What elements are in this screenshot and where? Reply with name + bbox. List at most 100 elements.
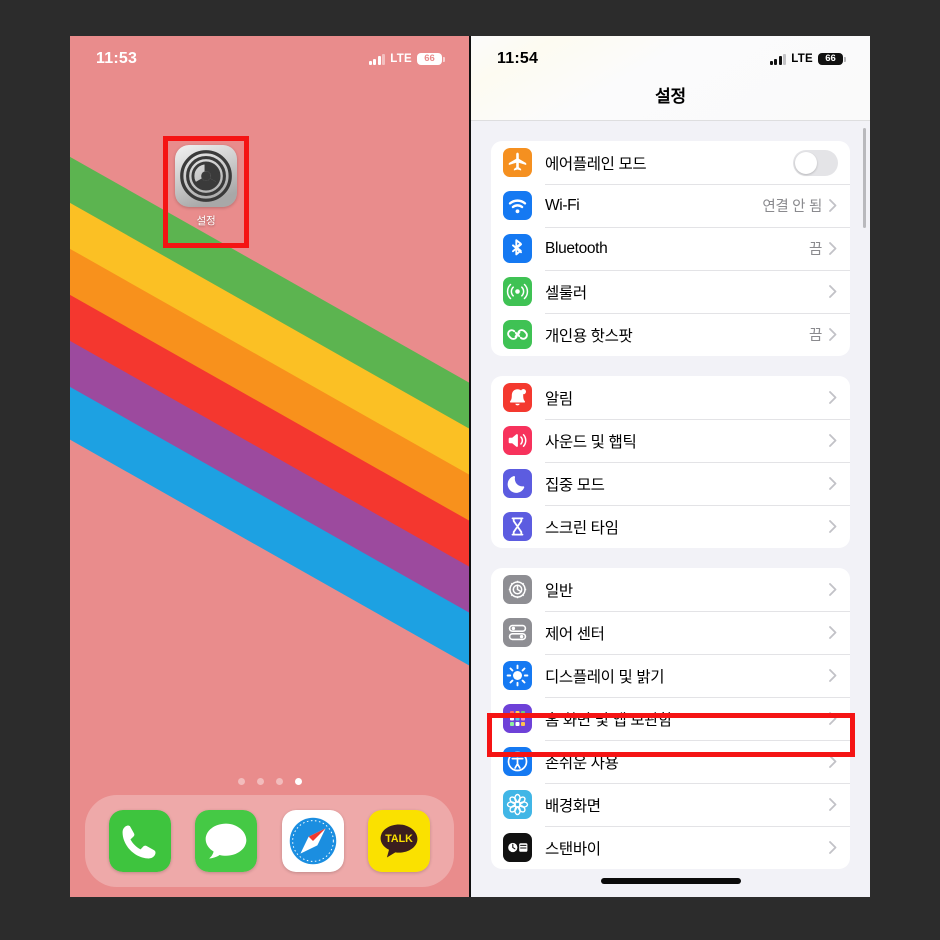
page-dot[interactable] — [237, 778, 245, 785]
iphone-home-screen: 11:53 LTE 66 설정 TALK — [70, 36, 469, 897]
settings-row[interactable]: 개인용 핫스팟 끔 — [491, 313, 850, 356]
status-time: 11:53 — [96, 50, 138, 67]
chevron-right-icon — [829, 285, 837, 298]
network-type-label: LTE — [390, 53, 412, 65]
settings-row-label: 일반 — [545, 582, 573, 600]
settings-row[interactable]: 손쉬운 사용 — [491, 740, 850, 783]
toggle-knob — [795, 151, 817, 174]
page-dot[interactable] — [275, 778, 283, 785]
settings-row[interactable]: 배경화면 — [491, 783, 850, 826]
wallpaper-icon — [503, 790, 532, 819]
control-center-icon — [503, 618, 532, 647]
settings-row-label: 개인용 핫스팟 — [545, 327, 633, 345]
status-time: 11:54 — [497, 50, 539, 67]
settings-group-connectivity: 에어플레인 모드 Wi-Fi 연결 안 됨 Bluetooth 끔 셀룰러 개인용 핫스팟 끔 — [491, 141, 850, 356]
chevron-right-icon — [829, 798, 837, 811]
settings-row-label: 배경화면 — [545, 797, 601, 815]
battery-tip-icon — [443, 56, 445, 62]
battery-level-badge: 66 — [417, 52, 442, 66]
home-page-dots[interactable] — [70, 778, 469, 785]
settings-row-value: 끔 — [808, 328, 822, 344]
settings-row-label: 스탠바이 — [545, 840, 601, 858]
home-dock: TALK — [85, 795, 454, 887]
home-screen-icon — [503, 704, 532, 733]
safari-app-icon[interactable] — [281, 810, 344, 872]
settings-row[interactable]: 사운드 및 햅틱 — [491, 419, 850, 462]
phone-screenshots-pair: 11:53 LTE 66 설정 TALK 11:54 LTE 66 설정 에어플… — [70, 36, 870, 897]
page-title: 설정 — [655, 87, 686, 106]
bell-icon — [503, 383, 532, 412]
settings-row-label: 사운드 및 햅틱 — [545, 433, 637, 451]
screenshot-canvas: 11:53 LTE 66 설정 TALK 11:54 LTE 66 설정 에어플… — [0, 0, 940, 940]
chevron-right-icon — [829, 520, 837, 533]
kakaotalk-app-icon[interactable]: TALK — [367, 810, 430, 872]
cellular-icon — [503, 277, 532, 306]
settings-row-label: 알림 — [545, 390, 573, 408]
settings-row-label: 제어 센터 — [545, 625, 605, 643]
battery-tip-icon — [844, 56, 846, 62]
settings-row[interactable]: 홈 화면 및 앱 보관함 — [491, 697, 850, 740]
settings-row-value: 연결 안 됨 — [762, 199, 822, 215]
settings-row[interactable]: Wi-Fi 연결 안 됨 — [491, 184, 850, 227]
settings-row-label: 손쉬운 사용 — [545, 754, 619, 772]
airplane-icon — [503, 148, 532, 177]
settings-row-label: 디스플레이 및 밝기 — [545, 668, 665, 686]
network-type-label: LTE — [791, 53, 813, 65]
chevron-right-icon — [829, 477, 837, 490]
bluetooth-icon — [503, 234, 532, 263]
settings-row-label: 에어플레인 모드 — [545, 155, 647, 173]
wallpaper-rainbow-stripes — [70, 36, 469, 897]
settings-row[interactable]: 집중 모드 — [491, 462, 850, 505]
chevron-right-icon — [829, 391, 837, 404]
chevron-right-icon — [829, 583, 837, 596]
signal-strength-icon — [368, 53, 386, 65]
settings-row[interactable]: Bluetooth 끔 — [491, 227, 850, 270]
chevron-right-icon — [829, 328, 837, 341]
home-status-bar: 11:53 LTE 66 — [70, 36, 469, 82]
settings-row[interactable]: 디스플레이 및 밝기 — [491, 654, 850, 697]
settings-row[interactable]: 제어 센터 — [491, 611, 850, 654]
hotspot-icon — [503, 320, 532, 349]
chevron-right-icon — [829, 477, 837, 490]
status-indicators: LTE 66 — [769, 52, 846, 66]
page-dot[interactable] — [294, 778, 302, 785]
settings-group-system: 일반제어 센터디스플레이 및 밝기홈 화면 및 앱 보관함손쉬운 사용배경화면스… — [491, 568, 850, 869]
page-dot[interactable] — [256, 778, 264, 785]
chevron-right-icon — [829, 798, 837, 811]
status-indicators: LTE 66 — [368, 52, 445, 66]
home-indicator — [600, 878, 741, 884]
wifi-icon — [503, 191, 532, 220]
settings-row-label: 집중 모드 — [545, 476, 605, 494]
settings-list[interactable]: 에어플레인 모드 Wi-Fi 연결 안 됨 Bluetooth 끔 셀룰러 개인용 핫스팟 끔… — [471, 121, 870, 897]
chevron-right-icon — [829, 434, 837, 447]
phone-app-icon[interactable] — [109, 810, 172, 872]
moon-icon — [503, 469, 532, 498]
settings-row-label: Bluetooth — [545, 239, 608, 257]
settings-row[interactable]: 알림 — [491, 376, 850, 419]
settings-row[interactable]: 스탠바이 — [491, 826, 850, 869]
standby-icon — [503, 833, 532, 862]
settings-row-label: 셀룰러 — [545, 284, 587, 302]
settings-row[interactable]: 셀룰러 — [491, 270, 850, 313]
settings-row[interactable]: 에어플레인 모드 — [491, 141, 850, 184]
speaker-icon — [503, 426, 532, 455]
chevron-right-icon — [829, 199, 837, 212]
settings-row[interactable]: 일반 — [491, 568, 850, 611]
chevron-right-icon — [829, 755, 837, 768]
scrollbar[interactable] — [863, 128, 866, 228]
chevron-right-icon — [829, 626, 837, 639]
chevron-right-icon — [829, 391, 837, 404]
chevron-right-icon — [829, 712, 837, 725]
svg-text:TALK: TALK — [385, 833, 413, 845]
battery-level-badge: 66 — [818, 52, 843, 66]
messages-app-icon[interactable] — [195, 810, 258, 872]
chevron-right-icon — [829, 285, 837, 298]
settings-status-bar: 11:54 LTE 66 — [471, 36, 870, 82]
chevron-right-icon — [829, 755, 837, 768]
chevron-right-icon — [829, 242, 837, 255]
accessibility-icon — [503, 747, 532, 776]
settings-row[interactable]: 스크린 타임 — [491, 505, 850, 548]
settings-row-toggle[interactable] — [793, 149, 838, 176]
settings-row-label: Wi-Fi — [545, 196, 580, 214]
settings-header: 11:54 LTE 66 설정 — [471, 36, 870, 121]
